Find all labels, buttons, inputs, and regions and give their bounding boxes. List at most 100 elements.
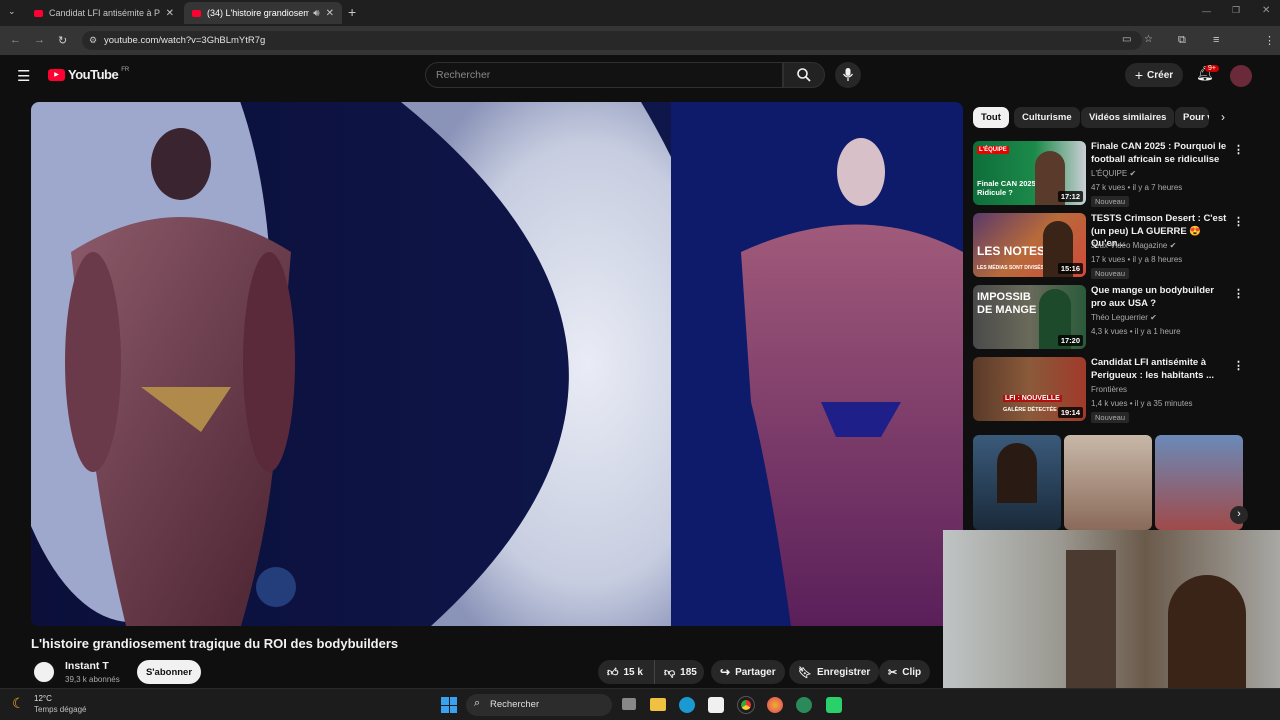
temperature: 12°C	[34, 694, 52, 703]
media-icon[interactable]: ≡	[1213, 34, 1219, 46]
bookmark-star-icon[interactable]: ☆	[1144, 34, 1153, 45]
chip-bodybuilding[interactable]: Culturisme	[1014, 107, 1080, 128]
edge-icon[interactable]	[679, 697, 695, 713]
recommendation-item[interactable]: L'ÉQUIPE Finale CAN 2025 Ridicule ? 17:1…	[973, 141, 1244, 207]
recommendation-channel[interactable]: Frontières	[1091, 385, 1127, 394]
site-info-icon[interactable]: ⚙	[89, 35, 97, 46]
search-button[interactable]	[783, 62, 825, 88]
short-thumbnail[interactable]	[973, 435, 1061, 530]
app-icon[interactable]	[826, 697, 842, 713]
plus-icon: +	[1134, 67, 1144, 83]
weather-icon[interactable]: ☾	[12, 695, 25, 712]
new-badge: Nouveau	[1091, 196, 1130, 207]
task-view-icon[interactable]	[622, 698, 636, 710]
chip-label: Tout	[981, 112, 1001, 123]
recommendation-meta: 47 k vues • il y a 7 heures	[1091, 183, 1183, 192]
chrome-icon[interactable]	[737, 696, 755, 714]
recommendation-channel[interactable]: Jeux Vidéo Magazine ✔	[1091, 241, 1176, 250]
more-options-icon[interactable]: ⋮	[1233, 359, 1244, 372]
minimize-icon[interactable]: —	[1202, 6, 1211, 16]
back-icon[interactable]: ←	[10, 34, 21, 46]
browser-tab-2[interactable]: (34) L'histoire grandioseme 🔊︎ ✕	[184, 2, 342, 24]
channel-name[interactable]: Instant T	[65, 660, 109, 672]
save-button[interactable]: 🔖︎ Enregistrer	[789, 660, 880, 684]
address-bar[interactable]: ⚙ youtube.com/watch?v=3GhBLmYtR7g ▭ ☆	[82, 31, 1153, 50]
share-label: Partager	[735, 666, 776, 678]
close-window-icon[interactable]: ✕	[1262, 5, 1270, 16]
create-label: Créer	[1147, 69, 1174, 81]
more-options-icon[interactable]: ⋮	[1233, 215, 1244, 228]
weather-status: Temps dégagé	[34, 705, 87, 714]
taskbar-search[interactable]: ⌕ Rechercher	[466, 694, 612, 716]
recommendation-title[interactable]: Candidat LFI antisémite à Perigueux : le…	[1091, 357, 1231, 382]
browser-tab-1[interactable]: Candidat LFI antisémite à Perig ✕	[26, 2, 182, 24]
like-count: 15 k	[623, 666, 643, 678]
channel-name: Frontières	[1091, 385, 1128, 394]
youtube-favicon-icon	[34, 9, 43, 17]
video-thumbnail[interactable]: IMPOSSIB DE MANGE 17:20	[973, 285, 1086, 349]
cast-icon[interactable]: ▭	[1122, 34, 1131, 45]
create-button[interactable]: + Créer	[1125, 63, 1183, 87]
video-thumbnail[interactable]: LFI : NOUVELLE GALÈRE DÉTECTÉE 19:14	[973, 357, 1086, 421]
more-options-icon[interactable]: ⋮	[1233, 143, 1244, 156]
chip-all[interactable]: Tout	[973, 107, 1009, 128]
thumbnail-subtext: LES MÉDIAS SONT DIVISÉS	[977, 265, 1044, 271]
video-frame	[31, 102, 963, 626]
file-explorer-icon[interactable]	[650, 698, 666, 711]
forward-icon[interactable]: →	[34, 34, 45, 46]
chevron-right-icon[interactable]: ›	[1221, 110, 1225, 124]
search-input[interactable]: Rechercher	[425, 62, 783, 88]
recommendation-item[interactable]: IMPOSSIB DE MANGE 17:20 Que mange un bod…	[973, 285, 1244, 351]
recommendation-item[interactable]: LFI : NOUVELLE GALÈRE DÉTECTÉE 19:14 Can…	[973, 357, 1244, 423]
extensions-icon[interactable]: ⧉	[1178, 34, 1186, 47]
new-tab-icon[interactable]: +	[348, 4, 356, 20]
youtube-logo[interactable]: ▶ YouTube FR	[48, 67, 129, 82]
share-button[interactable]: ↪ Partager	[711, 660, 785, 684]
close-tab-icon[interactable]: ✕	[166, 8, 174, 19]
save-label: Enregistrer	[816, 666, 871, 678]
recommendation-meta: 1,4 k vues • il y a 35 minutes	[1091, 399, 1193, 408]
recommendation-title[interactable]: Finale CAN 2025 : Pourquoi le football a…	[1091, 141, 1231, 166]
chip-label: Vidéos similaires	[1089, 112, 1167, 123]
microphone-icon	[842, 68, 854, 81]
firefox-icon[interactable]	[767, 697, 783, 713]
user-avatar[interactable]	[1230, 65, 1252, 87]
url-text: youtube.com/watch?v=3GhBLmYtR7g	[104, 35, 266, 46]
thumbnail-text: LES NOTES	[977, 244, 1046, 258]
taskbar-search-label: Rechercher	[490, 699, 540, 710]
chip-for-you[interactable]: Pour v	[1175, 107, 1209, 128]
video-thumbnail[interactable]: L'ÉQUIPE Finale CAN 2025 Ridicule ? 17:1…	[973, 141, 1086, 205]
channel-avatar[interactable]	[31, 659, 57, 685]
thumbs-down-icon: 👎︎	[664, 666, 676, 679]
video-player[interactable]	[31, 102, 963, 626]
new-badge: Nouveau	[1091, 412, 1130, 423]
hamburger-menu-icon[interactable]: ☰	[17, 67, 30, 85]
app-icon[interactable]	[796, 697, 812, 713]
clip-button[interactable]: ✂ Clip	[879, 660, 931, 684]
subscribe-label: S'abonner	[145, 666, 193, 678]
restore-icon[interactable]: ❐	[1232, 5, 1240, 16]
video-thumbnail[interactable]: LES NOTES LES MÉDIAS SONT DIVISÉS 15:16	[973, 213, 1086, 277]
reload-icon[interactable]: ↻	[58, 34, 67, 47]
recommendation-channel[interactable]: Théo Leguerrier ✔	[1091, 313, 1157, 322]
speaker-icon[interactable]: 🔊︎	[313, 8, 319, 19]
more-options-icon[interactable]: ⋮	[1233, 287, 1244, 300]
recommendation-title[interactable]: Que mange un bodybuilder pro aux USA ?	[1091, 285, 1231, 310]
dislike-button[interactable]: 👎︎ 185	[654, 660, 704, 684]
windows-start-icon[interactable]	[441, 697, 457, 713]
verified-icon: ✔	[1169, 241, 1177, 250]
recommendation-channel[interactable]: L'ÉQUIPE ✔	[1091, 169, 1136, 178]
browser-menu-icon[interactable]: ⋮	[1264, 34, 1275, 47]
tab-list-chevron-icon[interactable]: ⌄	[8, 6, 16, 17]
channel-name: Théo Leguerrier	[1091, 313, 1148, 322]
chip-similar-videos[interactable]: Vidéos similaires	[1081, 107, 1175, 128]
dislike-count: 185	[680, 666, 697, 678]
short-thumbnail[interactable]	[1064, 435, 1152, 530]
close-tab-icon[interactable]: ✕	[326, 8, 334, 19]
subscribe-button[interactable]: S'abonner	[137, 660, 201, 684]
shorts-next-button[interactable]: ›	[1230, 506, 1248, 524]
voice-search-button[interactable]	[835, 62, 861, 88]
recommendation-item[interactable]: LES NOTES LES MÉDIAS SONT DIVISÉS 15:16 …	[973, 213, 1244, 279]
store-icon[interactable]	[708, 697, 724, 713]
like-button[interactable]: 👍︎ 15 k	[598, 660, 654, 684]
